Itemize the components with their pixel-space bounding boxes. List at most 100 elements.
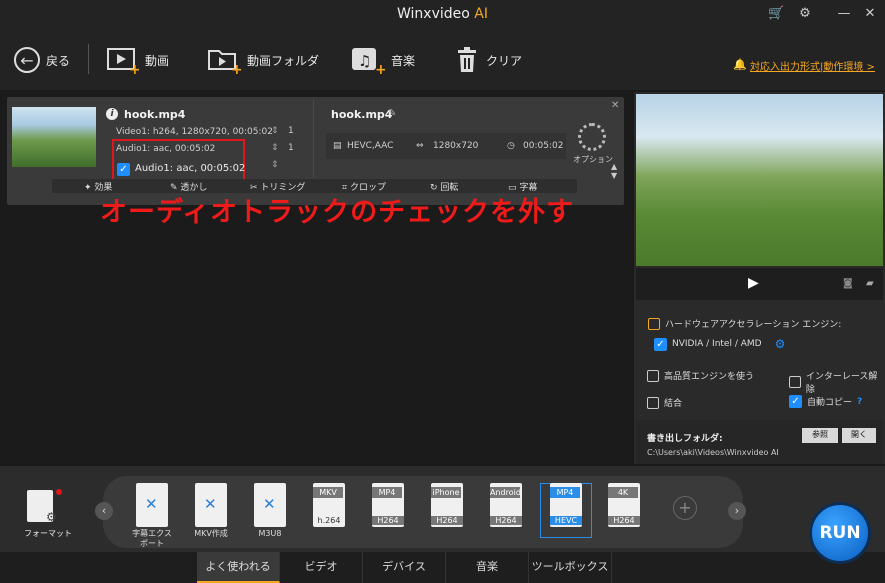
output-resolution: 1280x720 bbox=[433, 141, 479, 151]
format-label-2: M3U8 bbox=[258, 529, 282, 538]
back-label: 戻る bbox=[46, 53, 71, 68]
edit-name-icon[interactable]: ✎ bbox=[388, 108, 396, 119]
tool-wrench-icon: ✕ bbox=[195, 483, 227, 527]
format-codec-6: H264 bbox=[490, 516, 522, 525]
format-tag-8: 4K bbox=[608, 487, 638, 498]
merge-row: 結合 bbox=[647, 396, 682, 409]
format-label: フォーマット bbox=[24, 529, 72, 538]
format-tag-5: iPhone bbox=[431, 487, 461, 498]
svg-text:+: + bbox=[375, 62, 385, 74]
video-preview bbox=[636, 94, 883, 266]
annotation-highlight-box bbox=[112, 139, 245, 183]
svg-text:+: + bbox=[129, 62, 139, 74]
format-iphone-h264[interactable]: iPhone H264 bbox=[426, 483, 468, 527]
svg-text:+: + bbox=[231, 62, 241, 74]
close-button[interactable]: ✕ bbox=[862, 6, 878, 22]
format-codec-3: h.264 bbox=[317, 516, 341, 525]
gpu-option-row: ✓ NVIDIA / Intel / AMD ⚙ bbox=[654, 337, 785, 351]
add-format-plus-icon[interactable]: + bbox=[673, 496, 697, 520]
video-track-info: Video1: h264, 1280x720, 00:05:02 bbox=[116, 127, 273, 137]
open-folder-icon[interactable]: ▰ bbox=[866, 278, 874, 289]
video-stream-number: 1 bbox=[288, 126, 294, 136]
help-icon[interactable]: ? bbox=[857, 397, 862, 407]
format-m3u8[interactable]: ✕ M3U8 bbox=[249, 483, 291, 539]
hq-engine-row: 高品質エンジンを使う bbox=[647, 369, 754, 382]
clear-button[interactable]: クリア bbox=[456, 44, 522, 76]
add-folder-button[interactable]: + 動画フォルダ bbox=[207, 44, 319, 76]
tab-device[interactable]: デバイス bbox=[363, 552, 446, 583]
format-mp4-h264[interactable]: MP4 H264 bbox=[367, 483, 409, 527]
tab-popular[interactable]: よく使われる bbox=[197, 552, 280, 583]
info-icon[interactable]: i bbox=[106, 108, 118, 120]
reorder-arrows-icon[interactable]: ▲ ▼ bbox=[611, 162, 617, 180]
tab-video[interactable]: ビデオ bbox=[280, 552, 363, 583]
format-codec-5: H264 bbox=[431, 516, 463, 525]
output-folder-path[interactable]: C:\Users\aki\Videos\Winxvideo AI bbox=[647, 448, 779, 457]
format-codec-4: H264 bbox=[372, 516, 404, 525]
autocopy-checkbox[interactable]: ✓ bbox=[789, 395, 802, 408]
format-android-h264[interactable]: Android H264 bbox=[485, 483, 527, 527]
scroll-left-arrow-icon[interactable]: ‹ bbox=[95, 502, 113, 520]
snapshot-camera-icon[interactable]: ◙ bbox=[843, 278, 853, 289]
format-mp4-hevc[interactable]: MP4 HEVC bbox=[545, 483, 587, 527]
add-music-label: 音楽 bbox=[391, 53, 416, 68]
minimize-button[interactable]: — bbox=[836, 6, 852, 22]
merge-checkbox[interactable] bbox=[647, 396, 659, 409]
subtitle-track-arrows-icon[interactable]: ⇕ bbox=[271, 160, 279, 170]
formats-requirements-link[interactable]: 対応入出力形式|動作環境 > bbox=[750, 58, 875, 73]
hq-engine-checkbox[interactable] bbox=[647, 369, 659, 382]
bell-icon: 🔔 bbox=[733, 58, 747, 71]
open-button[interactable]: 開く bbox=[842, 428, 876, 443]
option-label[interactable]: オプション bbox=[573, 154, 613, 165]
output-filename: hook.mp4 bbox=[331, 108, 393, 121]
format-codec-8: H264 bbox=[608, 516, 640, 525]
card-divider bbox=[313, 100, 314, 178]
format-tag-6: Android bbox=[490, 487, 521, 498]
merge-label: 結合 bbox=[664, 399, 683, 409]
video-track-arrows-icon[interactable]: ⇕ bbox=[271, 126, 279, 136]
output-codec: HEVC,AAC bbox=[347, 141, 394, 151]
hw-accel-label: ハードウェアアクセラレーション エンジン: bbox=[665, 320, 842, 330]
browse-button[interactable]: 参照 bbox=[802, 428, 838, 443]
format-mkv-h264[interactable]: MKV h.264 bbox=[308, 483, 350, 527]
format-label-1: MKV作成 bbox=[194, 529, 228, 538]
back-arrow-icon: ← bbox=[14, 47, 40, 73]
remove-item-icon[interactable]: ✕ bbox=[611, 100, 619, 111]
audio-track-checkbox[interactable]: ✓ bbox=[117, 163, 130, 176]
cart-icon[interactable]: 🛒 bbox=[768, 6, 784, 22]
audio-track-checkbox-label: Audio1: aac, 00:05:02 bbox=[135, 163, 246, 174]
gpu-settings-gear-icon[interactable]: ⚙ bbox=[775, 337, 786, 351]
video-thumbnail[interactable] bbox=[12, 107, 96, 167]
run-button[interactable]: RUN bbox=[809, 502, 871, 564]
format-tag-7: MP4 bbox=[550, 487, 580, 498]
add-video-label: 動画 bbox=[145, 53, 170, 68]
format-4k-h264[interactable]: 4K H264 bbox=[603, 483, 645, 527]
hw-accel-checkbox[interactable] bbox=[648, 317, 660, 330]
format-subtitle-export[interactable]: ✕ 字幕エクス ポート bbox=[131, 483, 173, 549]
settings-icon[interactable]: ⚙ bbox=[797, 6, 813, 22]
play-icon[interactable]: ▶ bbox=[748, 275, 759, 291]
scroll-right-arrow-icon[interactable]: › bbox=[728, 502, 746, 520]
codec-option-gear-icon[interactable] bbox=[578, 123, 606, 151]
format-label-0: 字幕エクス ポート bbox=[132, 529, 172, 548]
add-folder-label: 動画フォルダ bbox=[247, 53, 320, 68]
video-add-icon: + bbox=[107, 48, 139, 74]
deinterlace-checkbox[interactable] bbox=[789, 376, 801, 388]
svg-text:♫: ♫ bbox=[358, 52, 371, 70]
tool-wrench-icon: ✕ bbox=[136, 483, 168, 527]
tab-music[interactable]: 音楽 bbox=[446, 552, 529, 583]
deinterlace-label: インターレース解除 bbox=[805, 372, 878, 395]
add-music-button[interactable]: ♫ + 音楽 bbox=[351, 44, 415, 76]
audio-track-arrows-icon[interactable]: ⇕ bbox=[271, 143, 279, 153]
output-folder-label: 書き出しフォルダ: bbox=[647, 434, 723, 444]
music-add-icon: ♫ + bbox=[352, 48, 385, 74]
back-button[interactable]: ← 戻る bbox=[14, 44, 70, 76]
film-icon: ▤ bbox=[333, 141, 342, 151]
tab-toolbox[interactable]: ツールボックス bbox=[529, 552, 612, 583]
gpu-checkbox[interactable]: ✓ bbox=[654, 337, 667, 351]
gpu-option-label: NVIDIA / Intel / AMD bbox=[672, 339, 762, 349]
output-duration: 00:05:02 bbox=[523, 141, 564, 151]
format-gear-icon: ⚙ bbox=[46, 510, 57, 524]
add-video-button[interactable]: + 動画 bbox=[107, 44, 169, 76]
format-mkv-create[interactable]: ✕ MKV作成 bbox=[190, 483, 232, 539]
